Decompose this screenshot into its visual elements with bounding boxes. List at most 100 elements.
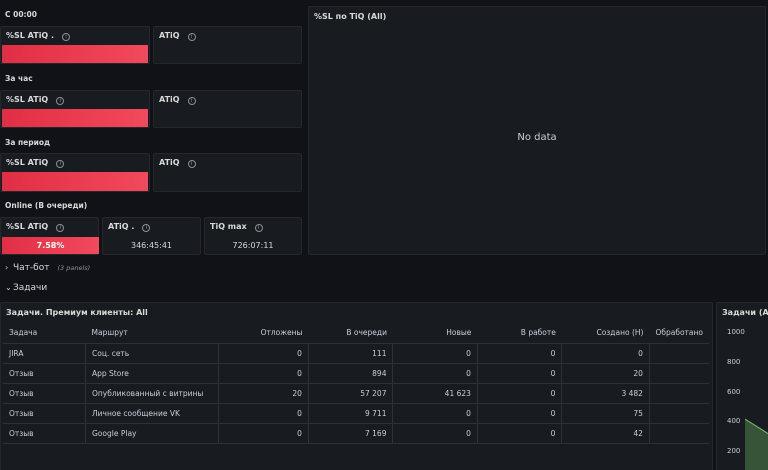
table-cell: 20: [218, 383, 309, 404]
table-cell: Соц. сеть: [84, 343, 219, 364]
column-header[interactable]: Отложены: [218, 323, 309, 344]
y-tick-label: 1000: [727, 328, 745, 336]
section-label-since: С 00:00: [5, 10, 37, 19]
column-header[interactable]: Новые: [392, 323, 478, 344]
table-cell: [648, 343, 709, 364]
tiq-max-value: 726:07:11: [232, 241, 274, 250]
y-tick-label: 400: [727, 417, 741, 425]
column-header[interactable]: В очереди: [308, 323, 393, 344]
info-icon[interactable]: i: [187, 33, 196, 41]
y-tick-label: 600: [727, 388, 741, 396]
column-header[interactable]: В работе: [477, 323, 562, 344]
table-cell: 57 207: [307, 383, 393, 404]
table-cell: 894: [307, 363, 393, 384]
table-cell: 0: [476, 403, 562, 424]
table-cell: 9 711: [307, 403, 393, 424]
tasks-table: Задача Маршрут Отложены В очереди Новые …: [3, 323, 709, 444]
sl-bar: 7.58%: [2, 237, 99, 254]
table-cell: 0: [218, 363, 309, 384]
section-label-hour: За час: [5, 74, 33, 83]
row-title: Задачи: [13, 283, 48, 293]
sl-value: 7.58%: [36, 241, 65, 250]
panel-atiq-online[interactable]: ATiQ . i 346:45:41: [102, 217, 201, 255]
panel-atiq-hour[interactable]: ATiQ i: [153, 90, 302, 128]
panel-title: TiQ max: [210, 222, 247, 231]
table-row: Отзыв Опубликованный с витрины 20 57 207 41 …: [3, 383, 709, 404]
panel-tiq-max-online[interactable]: TiQ max i 726:07:11: [204, 217, 302, 255]
table-cell: 0: [218, 343, 309, 364]
table-cell: 0: [392, 423, 478, 444]
table-cell: 42: [561, 423, 650, 444]
panel-atiq-period[interactable]: ATiQ i: [153, 153, 302, 192]
info-icon[interactable]: i: [254, 224, 263, 232]
panel-title: ATiQ .: [108, 222, 135, 231]
table-row: Отзыв Личное сообщение VK 0 9 711 0 0 75: [3, 403, 709, 424]
table-cell: JIRA: [3, 343, 86, 364]
table-cell: 0: [476, 383, 562, 404]
table-cell: Личное сообщение VK: [84, 403, 219, 424]
row-title: Чат-бот: [13, 263, 50, 273]
table-cell: [648, 423, 709, 444]
panel-sl-atiq-online[interactable]: %SL ATiQ i 7.58%: [0, 217, 99, 255]
column-header[interactable]: Создано (Н): [561, 323, 650, 344]
table-cell: 111: [307, 343, 393, 364]
table-cell: 41 623: [392, 383, 478, 404]
table-cell: Отзыв: [3, 363, 86, 384]
table-cell: Google Play: [84, 423, 219, 444]
panel-title: %SL ATiQ .: [6, 31, 55, 40]
table-row: JIRA Соц. сеть 0 111 0 0 0: [3, 343, 709, 364]
no-data-message: No data: [517, 132, 557, 143]
table-cell: Опубликованный с витрины: [84, 383, 219, 404]
table-cell: 0: [561, 343, 650, 364]
column-header[interactable]: Маршрут: [85, 323, 219, 344]
table-cell: 20: [561, 363, 650, 384]
panel-sl-tiq-all[interactable]: %SL по TiQ (All) No data: [308, 6, 766, 255]
table-cell: 0: [392, 363, 478, 384]
table-cell: 0: [476, 423, 562, 444]
table-cell: 0: [476, 343, 562, 364]
table-row: Отзыв Google Play 0 7 169 0 0 42: [3, 423, 709, 444]
table-cell: 0: [218, 423, 309, 444]
y-tick-label: 800: [727, 358, 741, 366]
sl-bar: [2, 109, 148, 127]
panel-title: %SL ATiQ: [6, 222, 49, 231]
column-header[interactable]: Задача: [3, 323, 86, 344]
chevron-right-icon: ›: [5, 263, 9, 272]
table-row: Отзыв App Store 0 894 0 0 20: [3, 363, 709, 384]
panel-title: %SL ATiQ: [6, 158, 49, 167]
table-cell: [648, 363, 709, 384]
info-icon[interactable]: i: [56, 160, 65, 168]
info-icon[interactable]: i: [62, 33, 71, 41]
table-cell: Отзыв: [3, 423, 86, 444]
table-cell: 75: [561, 403, 650, 424]
panel-title: %SL по TiQ (All): [314, 12, 387, 21]
info-icon[interactable]: i: [56, 97, 65, 105]
table-cell: 3 482: [561, 383, 650, 404]
panel-sl-atiq-period[interactable]: %SL ATiQ i: [0, 153, 150, 192]
info-icon[interactable]: i: [187, 97, 196, 105]
panel-atiq-since[interactable]: ATiQ i: [153, 26, 302, 64]
info-icon[interactable]: i: [56, 224, 65, 232]
panel-tasks-table[interactable]: Задачи. Премиум клиенты: All Задача Марш…: [0, 302, 713, 470]
row-chat-bot[interactable]: › Чат-бот (3 panels): [0, 259, 768, 279]
table-cell: 7 169: [307, 423, 393, 444]
table-cell: [648, 383, 709, 404]
column-header[interactable]: Обработано: [649, 323, 709, 344]
panel-title: ATiQ: [159, 31, 180, 40]
row-panel-count: (3 panels): [57, 264, 91, 272]
tasks-area-chart: [745, 418, 768, 470]
section-label-online: Online (В очереди): [5, 201, 88, 210]
chevron-down-icon: ⌄: [5, 283, 12, 292]
info-icon[interactable]: i: [142, 224, 151, 232]
info-icon[interactable]: i: [187, 160, 196, 168]
panel-sl-atiq-hour[interactable]: %SL ATiQ i: [0, 90, 150, 128]
row-tasks[interactable]: ⌄Задачи: [0, 279, 768, 299]
panel-sl-atiq-since[interactable]: %SL ATiQ . i: [0, 26, 150, 64]
panel-tasks-chart[interactable]: Задачи (All) 1000 800 600 400 200: [716, 302, 768, 470]
panel-title: Задачи. Премиум клиенты: All: [6, 308, 148, 317]
table-header-row: Задача Маршрут Отложены В очереди Новые …: [3, 323, 709, 344]
table-cell: Отзыв: [3, 403, 86, 424]
y-tick-label: 200: [727, 447, 741, 455]
panel-title: ATiQ: [159, 158, 180, 167]
section-label-period: За период: [5, 138, 51, 147]
